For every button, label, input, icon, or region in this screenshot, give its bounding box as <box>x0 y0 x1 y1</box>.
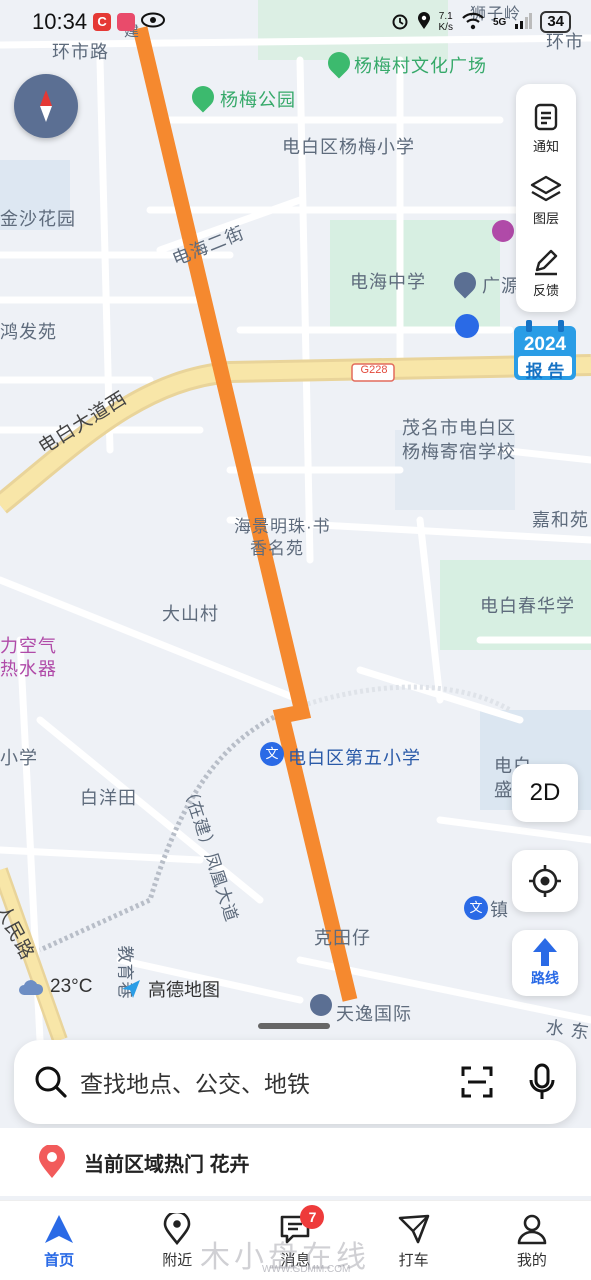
feedback-button[interactable]: 反馈 <box>516 236 576 308</box>
scan-icon[interactable] <box>460 1065 494 1099</box>
layers-label: 图层 <box>532 210 559 226</box>
notification-icon <box>534 103 558 130</box>
search-input[interactable]: 查找地点、公交、地铁 <box>80 1065 460 1099</box>
network-speed: 7.1 K/s <box>439 11 453 33</box>
locate-button[interactable] <box>512 850 578 912</box>
map-label-yangmei-school[interactable]: 电白区杨梅小学 <box>282 133 415 159</box>
report-label: 报 告 <box>525 362 565 381</box>
temperature: 23°C <box>50 976 93 997</box>
tab-home-label: 首页 <box>44 1252 75 1269</box>
watermark-url: WWW.GDMM.COM <box>262 1264 351 1275</box>
tab-profile[interactable]: 我的 <box>487 1213 577 1270</box>
speed-value: 7.1 <box>438 11 453 22</box>
map-label-haijing-line2[interactable]: 香名苑 <box>250 534 304 559</box>
signal-icon <box>514 12 533 32</box>
compass-icon <box>40 90 52 122</box>
edit-pen-icon <box>535 249 558 275</box>
crosshair-icon <box>529 865 561 897</box>
status-bar: 10:34 C 7.1 K/s 5G 34 <box>0 0 591 44</box>
person-icon <box>517 1214 547 1245</box>
map-label-zhen[interactable]: 镇 <box>490 896 509 922</box>
notify-button[interactable]: 通知 <box>516 92 576 164</box>
school-icon: 文 <box>260 742 284 766</box>
route-label: 路线 <box>531 970 559 986</box>
map-label-hongfa-yuan[interactable]: 鸿发苑 <box>0 318 57 344</box>
weather-widget[interactable]: 23°C <box>18 976 92 998</box>
map-label-air-line2[interactable]: 热水器 <box>0 655 57 681</box>
map-label-dashan-village[interactable]: 大山村 <box>162 600 219 626</box>
map-label-tianyi-international[interactable]: 天逸国际 <box>336 1000 412 1026</box>
map-label-dianbai-right-line2[interactable]: 盛 <box>494 776 513 802</box>
map-label-jiahe-yuan[interactable]: 嘉和苑 <box>532 506 589 532</box>
eye-icon <box>141 12 166 33</box>
microphone-icon[interactable] <box>528 1063 556 1101</box>
annual-report-badge[interactable]: 2024 报 告 <box>512 320 578 382</box>
shopping-icon <box>492 220 514 242</box>
feedback-label: 反馈 <box>532 282 559 298</box>
tab-taxi-label: 打车 <box>398 1252 429 1269</box>
search-bar[interactable]: 查找地点、公交、地铁 <box>14 1040 576 1124</box>
status-time: 10:34 <box>32 9 88 34</box>
route-arrow-icon <box>533 938 557 966</box>
battery-indicator: 34 <box>540 11 571 33</box>
map-label-primary-school-left[interactable]: 小学 <box>0 744 38 770</box>
g228-shield: G228 <box>360 364 388 376</box>
app-c-icon: C <box>93 13 112 31</box>
map-label-ketianzai[interactable]: 克田仔 <box>314 924 371 950</box>
building-icon <box>310 994 332 1016</box>
view-mode-2d-button[interactable]: 2D <box>512 764 578 822</box>
location-icon <box>417 11 431 33</box>
report-year: 2024 <box>523 334 567 355</box>
location-pin-icon <box>163 1213 191 1245</box>
map-canvas[interactable]: 环市路 环市 狮子岭 建 杨梅村文化广场 杨梅公园 电白区杨梅小学 金沙花园 电… <box>0 0 591 1040</box>
layers-icon <box>530 175 562 201</box>
tab-nearby-label: 附近 <box>162 1252 193 1269</box>
tab-taxi[interactable]: 打车 <box>369 1213 459 1270</box>
tab-home[interactable]: 首页 <box>14 1213 104 1270</box>
map-label-boarding-school-line2[interactable]: 杨梅寄宿学校 <box>402 438 516 464</box>
message-badge: 7 <box>300 1205 325 1229</box>
notify-label: 通知 <box>532 138 559 154</box>
network-type: 5G <box>492 16 507 28</box>
amap-brand: 高德地图 <box>120 976 220 1002</box>
search-icon <box>35 1066 67 1098</box>
home-arrow-icon <box>45 1215 74 1243</box>
location-pin-icon <box>39 1145 65 1178</box>
cloud-icon <box>19 980 44 995</box>
layers-button[interactable]: 图层 <box>516 164 576 236</box>
gas-station-icon <box>455 314 479 338</box>
alarm-icon <box>391 12 409 33</box>
taxi-icon <box>398 1214 429 1244</box>
map-label-yangmeicun-square[interactable]: 杨梅村文化广场 <box>354 52 487 78</box>
app-notice-icon <box>117 13 136 31</box>
tab-profile-label: 我的 <box>516 1252 547 1269</box>
map-label-yangmei-park[interactable]: 杨梅公园 <box>220 86 296 112</box>
school-icon: 文 <box>464 896 488 920</box>
hot-area-text: 当前区域热门 花卉 <box>84 1153 250 1176</box>
map-label-dianhai-middle-school[interactable]: 电海中学 <box>350 268 426 294</box>
brand-name: 高德地图 <box>148 980 220 1000</box>
map-label-jinsha-garden[interactable]: 金沙花园 <box>0 205 76 231</box>
map-label-dianbai-chunhua[interactable]: 电白春华学 <box>480 592 575 618</box>
map-tools-panel: 通知 图层 反馈 <box>516 84 576 312</box>
wifi-icon <box>461 12 485 33</box>
map-label-baiyangtian[interactable]: 白洋田 <box>80 784 137 810</box>
map-label-boarding-school-line1[interactable]: 茂名市电白区 <box>402 414 516 440</box>
map-label-fifth-primary[interactable]: 电白区第五小学 <box>288 744 421 770</box>
amap-logo-icon <box>122 980 140 998</box>
route-button[interactable]: 路线 <box>512 930 578 996</box>
speed-unit: K/s <box>438 22 453 33</box>
compass-button[interactable] <box>14 74 78 138</box>
hot-area-row[interactable]: 当前区域热门 花卉 <box>0 1128 591 1196</box>
drawer-handle[interactable] <box>258 1023 330 1029</box>
map-label-guangyuan[interactable]: 广源 <box>482 272 520 298</box>
